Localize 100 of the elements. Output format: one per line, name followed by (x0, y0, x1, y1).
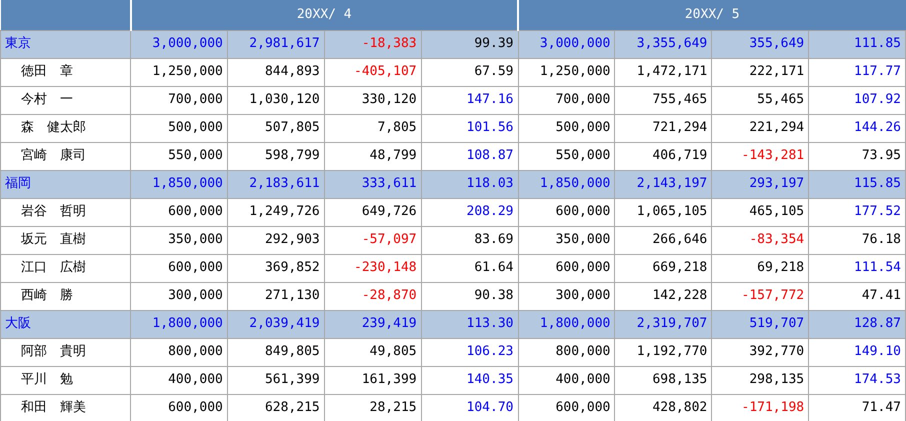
table-cell: 598,799 (227, 142, 324, 170)
table-cell: 115.85 (808, 170, 906, 198)
table-cell: 111.54 (808, 254, 906, 282)
table-cell: 350,000 (518, 226, 615, 254)
table-cell: 140.35 (421, 366, 518, 394)
table-cell: 600,000 (130, 254, 228, 282)
table-cell: 392,770 (712, 338, 809, 366)
table-cell: -157,772 (712, 282, 809, 310)
table-cell: 49,805 (324, 338, 422, 366)
table-cell: 649,726 (324, 198, 422, 226)
table-cell: 519,707 (712, 310, 809, 338)
table-cell: 142,228 (614, 282, 712, 310)
table-cell: 83.69 (421, 226, 518, 254)
table-cell: 161,399 (324, 366, 422, 394)
table-cell: -28,870 (324, 282, 422, 310)
table-cell: 300,000 (130, 282, 228, 310)
table-cell: 1,250,000 (518, 58, 615, 86)
table-cell: 106.23 (421, 338, 518, 366)
person-name-cell: 徳田 章 (0, 58, 130, 86)
group-name-cell: 福岡 (0, 170, 130, 198)
table-cell: 2,183,611 (227, 170, 324, 198)
table-cell: 108.87 (421, 142, 518, 170)
table-cell: 300,000 (518, 282, 615, 310)
table-cell: 465,105 (712, 198, 809, 226)
table-cell: 2,143,197 (614, 170, 712, 198)
table-cell: 113.30 (421, 310, 518, 338)
table-cell: 147.16 (421, 86, 518, 114)
table-cell: 1,800,000 (518, 310, 615, 338)
table-cell: 2,981,617 (227, 30, 324, 58)
table-cell: 3,000,000 (130, 30, 228, 58)
table-cell: 47.41 (808, 282, 906, 310)
table-cell: 507,805 (227, 114, 324, 142)
column-header: 20XX/ 4 (130, 0, 518, 30)
table-cell: 1,472,171 (614, 58, 712, 86)
table-cell: 61.64 (421, 254, 518, 282)
table-cell: 721,294 (614, 114, 712, 142)
table-cell: 600,000 (518, 198, 615, 226)
table-cell: 55,465 (712, 86, 809, 114)
table-cell: 600,000 (518, 254, 615, 282)
table-cell: 800,000 (130, 338, 228, 366)
table-cell: 500,000 (130, 114, 228, 142)
person-name-cell: 今村 一 (0, 86, 130, 114)
table-cell: 755,465 (614, 86, 712, 114)
table-cell: 174.53 (808, 366, 906, 394)
table-cell: 90.38 (421, 282, 518, 310)
group-name-cell: 大阪 (0, 310, 130, 338)
table-cell: 350,000 (130, 226, 228, 254)
table-cell: -18,383 (324, 30, 422, 58)
table-cell: 2,039,419 (227, 310, 324, 338)
table-cell: 355,649 (712, 30, 809, 58)
table-cell: 111.85 (808, 30, 906, 58)
table-cell: 149.10 (808, 338, 906, 366)
person-name-cell: 平川 勉 (0, 366, 130, 394)
table-cell: 107.92 (808, 86, 906, 114)
table-cell: 1,800,000 (130, 310, 228, 338)
table-cell: 99.39 (421, 30, 518, 58)
table-cell: 844,893 (227, 58, 324, 86)
table-cell: 118.03 (421, 170, 518, 198)
table-cell: 67.59 (421, 58, 518, 86)
person-name-cell: 宮崎 康司 (0, 142, 130, 170)
table-cell: 500,000 (518, 114, 615, 142)
table-cell: 1,850,000 (518, 170, 615, 198)
table-cell: 406,719 (614, 142, 712, 170)
table-cell: 369,852 (227, 254, 324, 282)
table-cell: -405,107 (324, 58, 422, 86)
table-cell: 298,135 (712, 366, 809, 394)
table-cell: -83,354 (712, 226, 809, 254)
table-cell: 550,000 (130, 142, 228, 170)
table-cell: 3,000,000 (518, 30, 615, 58)
table-cell: 128.87 (808, 310, 906, 338)
table-cell: 2,319,707 (614, 310, 712, 338)
column-header: 20XX/ 5 (518, 0, 906, 30)
table-cell: 69,218 (712, 254, 809, 282)
table-cell: 208.29 (421, 198, 518, 226)
table-cell: 669,218 (614, 254, 712, 282)
table-cell: 550,000 (518, 142, 615, 170)
table-cell: -230,148 (324, 254, 422, 282)
person-name-cell: 西崎 勝 (0, 282, 130, 310)
table-cell: 48,799 (324, 142, 422, 170)
table-cell: -143,281 (712, 142, 809, 170)
table-cell: 221,294 (712, 114, 809, 142)
table-cell: 330,120 (324, 86, 422, 114)
table-cell: 700,000 (518, 86, 615, 114)
group-name-cell: 東京 (0, 30, 130, 58)
table-cell: 400,000 (130, 366, 228, 394)
table-cell: 177.52 (808, 198, 906, 226)
person-name-cell: 江口 広樹 (0, 254, 130, 282)
table-cell: 7,805 (324, 114, 422, 142)
table-cell: 698,135 (614, 366, 712, 394)
table-cell: 101.56 (421, 114, 518, 142)
table-cell: 849,805 (227, 338, 324, 366)
table-cell: 239,419 (324, 310, 422, 338)
table-cell: 1,030,120 (227, 86, 324, 114)
table-cell: 222,171 (712, 58, 809, 86)
table-cell: 333,611 (324, 170, 422, 198)
table-cell: 1,250,000 (130, 58, 228, 86)
person-name-cell: 和田 輝美 (0, 394, 130, 421)
person-name-cell: 阿部 貴明 (0, 338, 130, 366)
table-cell: 293,197 (712, 170, 809, 198)
table-cell: 700,000 (130, 86, 228, 114)
